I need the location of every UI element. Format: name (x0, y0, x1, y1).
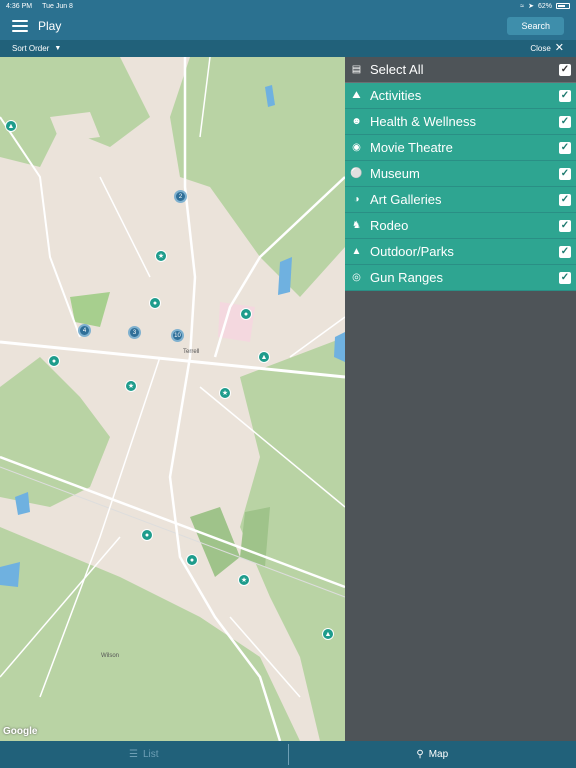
map-pin[interactable]: ★ (125, 380, 137, 392)
map-cluster[interactable]: 3 (128, 326, 141, 339)
map-pin[interactable]: ▲ (258, 351, 270, 363)
select-all-item[interactable]: ▤ Select All ✓ (345, 57, 576, 83)
palette-icon: ◑ (353, 194, 360, 205)
category-label: Gun Ranges (370, 270, 443, 285)
category-label: Rodeo (370, 218, 409, 233)
list-icon: ▤ (351, 64, 362, 75)
close-button[interactable]: Close ✕ (530, 43, 564, 54)
bottom-tab-bar: ☰ List ⚲ Map (0, 741, 576, 768)
status-time: 4:36 PM (6, 2, 33, 10)
museum-icon: ⚪ (350, 168, 363, 179)
sort-order-dropdown[interactable]: Sort Order ▼ (12, 44, 61, 53)
target-icon: ◎ (352, 272, 361, 283)
close-icon: ✕ (554, 42, 564, 54)
town-label: Terrell (183, 349, 200, 355)
theater-icon: ⛰ (352, 90, 361, 101)
map-pin-icon: ⚲ (416, 749, 424, 760)
map-pin[interactable]: ● (141, 529, 153, 541)
sort-bar: Sort Order ▼ Close ✕ (0, 40, 576, 57)
category-label: Outdoor/Parks (370, 244, 454, 259)
category-checkbox[interactable]: ✓ (559, 167, 571, 180)
nav-bar: Play Search (0, 12, 576, 40)
map-pin[interactable]: ▲ (5, 120, 17, 132)
map-cluster[interactable]: 2 (174, 190, 187, 203)
tab-map[interactable]: ⚲ Map (289, 741, 576, 768)
map-pin[interactable]: ● (240, 308, 252, 320)
category-outdoor-parks[interactable]: ▲ Outdoor/Parks ✓ (345, 239, 576, 265)
map-cluster[interactable]: 10 (171, 329, 184, 342)
category-gun-ranges[interactable]: ◎ Gun Ranges ✓ (345, 265, 576, 291)
close-label: Close (530, 44, 551, 53)
search-button[interactable]: Search (507, 17, 564, 35)
category-label: Health & Wellness (370, 114, 476, 129)
map-pin[interactable]: ● (186, 554, 198, 566)
select-all-checkbox[interactable]: ✓ (559, 63, 571, 76)
category-rodeo[interactable]: ♞ Rodeo ✓ (345, 213, 576, 239)
battery-icon (556, 3, 570, 9)
location-icon: ➤ (528, 3, 534, 10)
sort-order-label: Sort Order (12, 44, 50, 53)
category-checkbox[interactable]: ✓ (559, 115, 571, 128)
town-label: Wilson (101, 653, 120, 659)
page-title: Play (38, 19, 62, 33)
wellness-icon: ☻ (351, 116, 362, 127)
battery-percent: 62% (537, 2, 552, 10)
caret-down-icon: ▼ (54, 45, 62, 52)
menu-icon[interactable] (12, 20, 28, 32)
map-pin[interactable]: ★ (238, 574, 250, 586)
category-movie-theatre[interactable]: ◉ Movie Theatre ✓ (345, 135, 576, 161)
tab-list-label: List (142, 749, 159, 760)
map-pin[interactable]: ● (48, 355, 60, 367)
map-cluster[interactable]: 4 (78, 324, 91, 337)
category-label: Movie Theatre (370, 140, 453, 155)
google-attribution: Google (3, 726, 38, 737)
status-date: Tue Jun 8 (42, 2, 73, 10)
tree-icon: ▲ (351, 246, 362, 257)
list-icon: ☰ (128, 749, 138, 760)
map-pin[interactable]: ★ (155, 250, 167, 262)
category-label: Activities (370, 88, 422, 103)
category-health-wellness[interactable]: ☻ Health & Wellness ✓ (345, 109, 576, 135)
tab-map-label: Map (428, 749, 449, 760)
wifi-icon: ≈ (520, 2, 525, 10)
status-right: ≈ ➤ 62% (520, 2, 570, 10)
select-all-label: Select All (370, 62, 424, 77)
map-pin[interactable]: ▲ (322, 628, 334, 640)
tab-list[interactable]: ☰ List (0, 741, 288, 768)
category-checkbox[interactable]: ✓ (559, 219, 571, 232)
category-checkbox[interactable]: ✓ (559, 271, 571, 284)
category-label: Museum (370, 166, 420, 181)
category-checkbox[interactable]: ✓ (559, 193, 571, 206)
category-art-galleries[interactable]: ◑ Art Galleries ✓ (345, 187, 576, 213)
category-museum[interactable]: ⚪ Museum ✓ (345, 161, 576, 187)
category-label: Art Galleries (370, 192, 442, 207)
category-checkbox[interactable]: ✓ (559, 245, 571, 258)
category-activities[interactable]: ⛰ Activities ✓ (345, 83, 576, 109)
horse-icon: ♞ (352, 220, 361, 231)
film-camera-icon: ◉ (352, 142, 361, 153)
category-checkbox[interactable]: ✓ (559, 141, 571, 154)
category-list: ▤ Select All ✓ ⛰ Activities ✓ ☻ Health &… (345, 57, 576, 291)
category-filter-panel: ▤ Select All ✓ ⛰ Activities ✓ ☻ Health &… (345, 57, 576, 741)
map-pin[interactable]: ★ (219, 387, 231, 399)
category-checkbox[interactable]: ✓ (559, 89, 571, 102)
status-bar: 4:36 PM Tue Jun 8 ≈ ➤ 62% (0, 0, 576, 12)
map-pin[interactable]: ● (149, 297, 161, 309)
